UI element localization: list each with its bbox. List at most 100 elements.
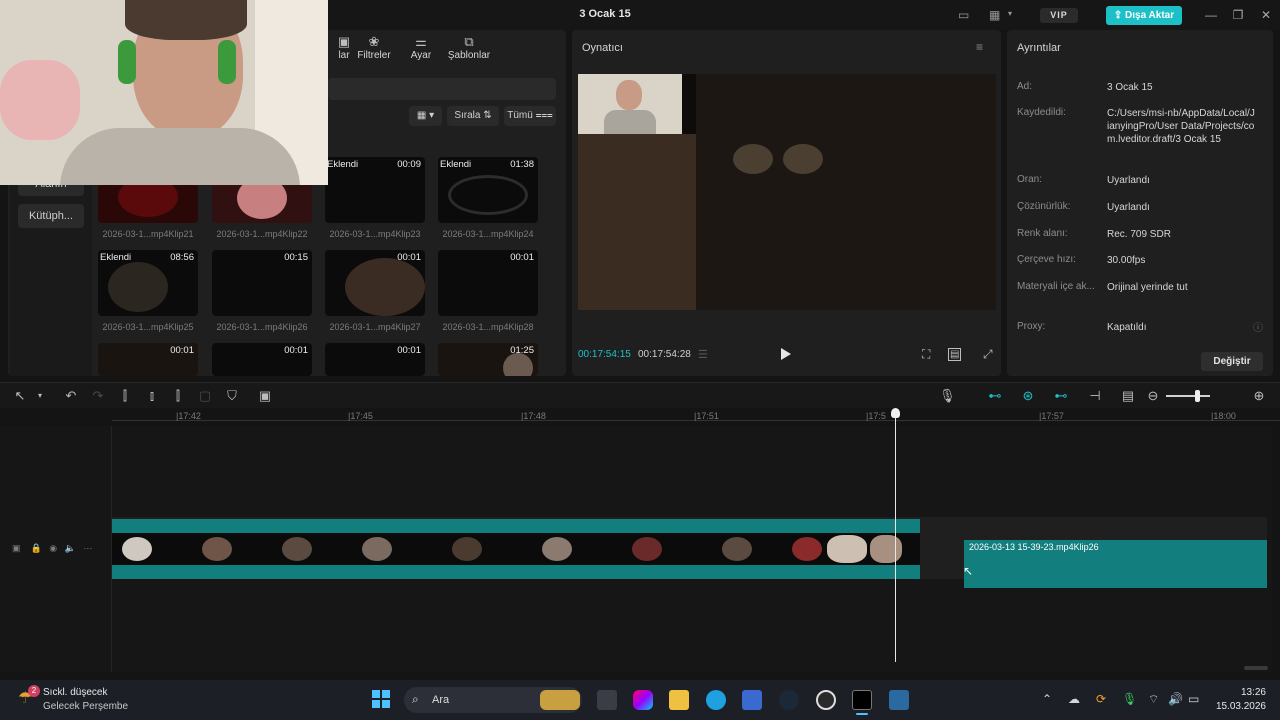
delete-icon[interactable]: ▢ bbox=[197, 388, 213, 404]
chevron-down-icon[interactable]: ▾ bbox=[1008, 9, 1012, 18]
detail-value: Rec. 709 SDR bbox=[1107, 229, 1171, 240]
media-clip[interactable]: 00:01 bbox=[98, 343, 198, 376]
tick-label: |17:45 bbox=[348, 411, 373, 421]
side-nav-item-library[interactable]: Kütüph... bbox=[18, 204, 84, 228]
vip-badge[interactable]: VIP bbox=[1040, 8, 1078, 23]
media-clip[interactable]: Eklendi 01:38 bbox=[438, 157, 538, 223]
preview-axis-icon[interactable]: ⊣ bbox=[1087, 388, 1103, 404]
wifi-icon[interactable]: ⌔ bbox=[1148, 692, 1159, 707]
microphone-icon[interactable]: 🎙 bbox=[939, 388, 956, 404]
link-main-icon[interactable]: ⊷ bbox=[987, 388, 1003, 404]
edge-icon[interactable] bbox=[706, 690, 726, 710]
timeline-clip[interactable] bbox=[112, 519, 920, 579]
cursor-icon: ↖ bbox=[963, 564, 974, 578]
timecode-grid-icon[interactable]: ☰ bbox=[698, 348, 708, 361]
weather-subtitle[interactable]: Gelecek Perşembe bbox=[43, 701, 128, 712]
video-preview[interactable] bbox=[578, 74, 996, 310]
detail-value: C:/Users/msi-nb/AppData/Local/JianyingPr… bbox=[1107, 108, 1255, 145]
zoom-in-icon[interactable]: ⊕ bbox=[1251, 388, 1267, 404]
ratio-icon[interactable]: ▤ bbox=[948, 348, 962, 361]
steam-icon[interactable] bbox=[779, 690, 799, 710]
store-icon[interactable] bbox=[742, 690, 762, 710]
cover-icon[interactable]: ▣ bbox=[12, 543, 21, 553]
microphone-icon[interactable]: 🎙 bbox=[1122, 692, 1137, 706]
volume-icon[interactable]: 🔊 bbox=[1168, 692, 1183, 706]
media-clip[interactable]: 00:01 bbox=[325, 343, 425, 376]
play-icon[interactable] bbox=[780, 347, 792, 361]
clip-name: 2026-03-1...mp4Klip24 bbox=[442, 229, 534, 239]
battery-icon[interactable]: ▭ bbox=[1188, 692, 1199, 706]
zoom-out-icon[interactable]: ⊖ bbox=[1145, 388, 1161, 404]
task-view-icon[interactable] bbox=[597, 690, 617, 710]
snap-icon[interactable]: ⊛ bbox=[1020, 388, 1036, 404]
filter-icon: ⩶ bbox=[532, 110, 553, 121]
zoom-slider[interactable] bbox=[1166, 395, 1210, 397]
tab-templates[interactable]: ⧉ Şablonlar bbox=[441, 34, 497, 61]
fullscreen-icon[interactable]: ⤢ bbox=[983, 347, 993, 362]
split-right-icon[interactable]: ⫿ bbox=[170, 388, 186, 404]
marker-icon[interactable]: ⛉ bbox=[224, 388, 240, 404]
chevron-up-icon[interactable]: ⌃ bbox=[1042, 692, 1052, 706]
playhead[interactable] bbox=[895, 410, 896, 662]
speaker-icon[interactable]: 🔈 bbox=[65, 543, 76, 553]
media-clip[interactable]: Eklendi 08:56 bbox=[98, 250, 198, 316]
copilot-icon[interactable] bbox=[633, 690, 653, 710]
clip-name: 2026-03-1...mp4Klip23 bbox=[329, 229, 421, 239]
export-button[interactable]: ⇪ Dışa Aktar bbox=[1106, 6, 1182, 25]
photos-icon[interactable] bbox=[889, 690, 909, 710]
search-input[interactable] bbox=[328, 78, 556, 100]
caption-icon[interactable]: ▤ bbox=[1120, 388, 1136, 404]
media-clip[interactable]: 00:01 bbox=[325, 250, 425, 316]
thumb-frame bbox=[122, 537, 152, 561]
change-button[interactable]: Değiştir bbox=[1201, 352, 1263, 371]
search-icon: ⌕ bbox=[412, 692, 419, 706]
split-left-icon[interactable]: ⫾ bbox=[144, 388, 160, 404]
start-button[interactable] bbox=[371, 689, 391, 709]
media-clip[interactable]: 00:01 bbox=[438, 250, 538, 316]
restore-icon[interactable]: ❐ bbox=[1231, 8, 1245, 22]
clock-time[interactable]: 13:26 bbox=[1226, 687, 1266, 698]
export-label: Dışa Aktar bbox=[1125, 10, 1175, 21]
media-clip[interactable]: Eklendi 00:09 bbox=[325, 157, 425, 223]
link-audio-icon[interactable]: ⊷ bbox=[1053, 388, 1069, 404]
obs-icon[interactable] bbox=[816, 690, 836, 710]
weather-title[interactable]: Sıckl. düşecek bbox=[43, 687, 107, 698]
layout-grid-icon[interactable]: ▦ bbox=[989, 8, 1000, 22]
capcut-icon[interactable] bbox=[852, 690, 872, 710]
clock-date[interactable]: 15.03.2026 bbox=[1212, 701, 1266, 712]
tick-label: |17:57 bbox=[1039, 411, 1064, 421]
close-icon[interactable]: ✕ bbox=[1259, 8, 1273, 22]
menu-icon[interactable]: ≡ bbox=[976, 40, 983, 54]
detail-label: Renk alanı: bbox=[1017, 228, 1068, 239]
layout-icon[interactable]: ▭ bbox=[958, 8, 969, 22]
redo-icon[interactable]: ↷ bbox=[90, 388, 106, 404]
playhead-handle[interactable] bbox=[891, 408, 900, 418]
clip-name: 2026-03-1...mp4Klip28 bbox=[442, 322, 534, 332]
sort-button[interactable]: Sırala ⇅ bbox=[447, 106, 499, 126]
undo-icon[interactable]: ↶ bbox=[63, 388, 79, 404]
horizontal-scrollbar[interactable] bbox=[1244, 666, 1268, 670]
sync-icon[interactable]: ⟳ bbox=[1096, 692, 1106, 706]
zoom-slider-handle[interactable] bbox=[1194, 390, 1200, 402]
media-clip[interactable]: 00:01 bbox=[212, 343, 312, 376]
crop-image-icon[interactable]: ▣ bbox=[257, 388, 273, 404]
media-clip[interactable]: 01:25 bbox=[438, 343, 538, 376]
select-cursor-icon[interactable]: ↖ bbox=[12, 388, 28, 404]
file-explorer-icon[interactable] bbox=[669, 690, 689, 710]
view-toggle-button[interactable]: ▦ ▾ bbox=[409, 106, 442, 126]
headset-right bbox=[218, 40, 236, 84]
fit-screen-icon[interactable]: ⛶ bbox=[922, 347, 930, 362]
split-icon[interactable]: ⫿ bbox=[117, 388, 133, 404]
grid-view-icon: ▦ ▾ bbox=[416, 110, 435, 121]
lock-icon[interactable]: 🔒 bbox=[31, 543, 42, 553]
info-icon[interactable]: ⓘ bbox=[1253, 319, 1263, 334]
media-clip[interactable]: 00:15 bbox=[212, 250, 312, 316]
eye-icon[interactable]: ◉ bbox=[49, 543, 57, 553]
cloud-icon[interactable]: ☁ bbox=[1068, 692, 1080, 706]
minimize-icon[interactable]: — bbox=[1204, 8, 1218, 22]
chevron-down-icon[interactable]: ▾ bbox=[32, 391, 48, 400]
active-app-indicator bbox=[856, 713, 868, 715]
detail-label: Çözünürlük: bbox=[1017, 201, 1071, 212]
filter-button[interactable]: Tümü ⩶ bbox=[504, 106, 556, 126]
more-icon[interactable]: ⋯ bbox=[83, 543, 92, 553]
